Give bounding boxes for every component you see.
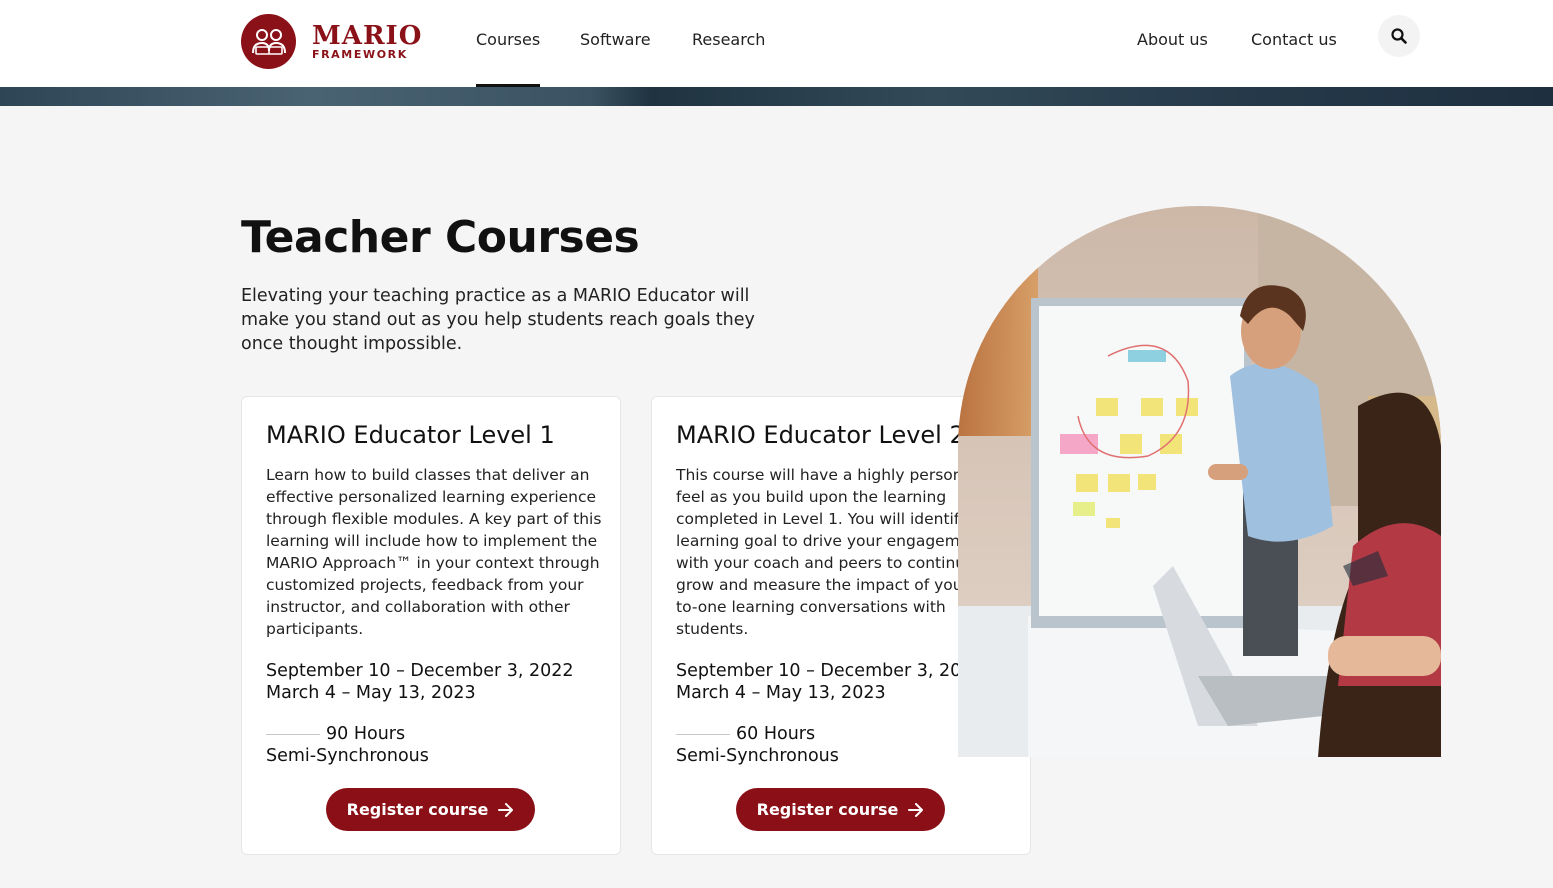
- arrow-right-icon: [498, 802, 514, 817]
- nav-contact[interactable]: Contact us: [1251, 30, 1337, 49]
- register-course-button[interactable]: Register course: [326, 788, 535, 831]
- nav-about[interactable]: About us: [1137, 30, 1208, 49]
- register-button-label: Register course: [346, 800, 489, 819]
- nav-courses[interactable]: Courses: [476, 30, 540, 49]
- course-dates: September 10 – December 3, 2022 March 4 …: [676, 660, 984, 704]
- page-intro: Elevating your teaching practice as a MA…: [241, 286, 755, 354]
- site-header: MARIO FRAMEWORK Courses Software Researc…: [0, 0, 1553, 87]
- arrow-right-icon: [908, 802, 924, 817]
- brand-logo[interactable]: MARIO FRAMEWORK: [241, 14, 422, 69]
- course-date-1: September 10 – December 3, 2022: [676, 661, 984, 681]
- hero-photo-teacher-whiteboard: [958, 206, 1441, 757]
- divider: [676, 733, 730, 735]
- search-icon: [1391, 28, 1407, 44]
- page-title: Teacher Courses: [241, 212, 640, 263]
- course-mode: Semi-Synchronous: [676, 746, 839, 766]
- nav-research[interactable]: Research: [692, 30, 765, 49]
- brand-subtitle: FRAMEWORK: [312, 47, 408, 61]
- course-title: MARIO Educator Level 2: [676, 421, 965, 449]
- course-date-1: September 10 – December 3, 2022: [266, 661, 574, 681]
- course-hours: 60 Hours: [736, 724, 816, 744]
- course-date-2: March 4 – May 13, 2023: [676, 683, 886, 703]
- course-hours: 90 Hours: [326, 724, 406, 744]
- course-date-2: March 4 – May 13, 2023: [266, 683, 476, 703]
- register-button-label: Register course: [756, 800, 899, 819]
- divider: [266, 733, 320, 735]
- brand-name: MARIO: [312, 20, 423, 51]
- people-reading-icon: [241, 14, 296, 69]
- course-hours-row: 90 Hours: [266, 723, 405, 745]
- course-dates: September 10 – December 3, 2022 March 4 …: [266, 660, 574, 704]
- course-description: Learn how to build classes that deliver …: [266, 466, 602, 638]
- course-hours-row: 60 Hours: [676, 723, 815, 745]
- register-course-button[interactable]: Register course: [736, 788, 945, 831]
- hero-banner-strip: [0, 87, 1553, 106]
- search-button[interactable]: [1378, 15, 1420, 57]
- nav-software[interactable]: Software: [580, 30, 651, 49]
- course-card-level-1: MARIO Educator Level 1 Learn how to buil…: [241, 396, 621, 855]
- course-title: MARIO Educator Level 1: [266, 421, 555, 449]
- course-mode: Semi-Synchronous: [266, 746, 429, 766]
